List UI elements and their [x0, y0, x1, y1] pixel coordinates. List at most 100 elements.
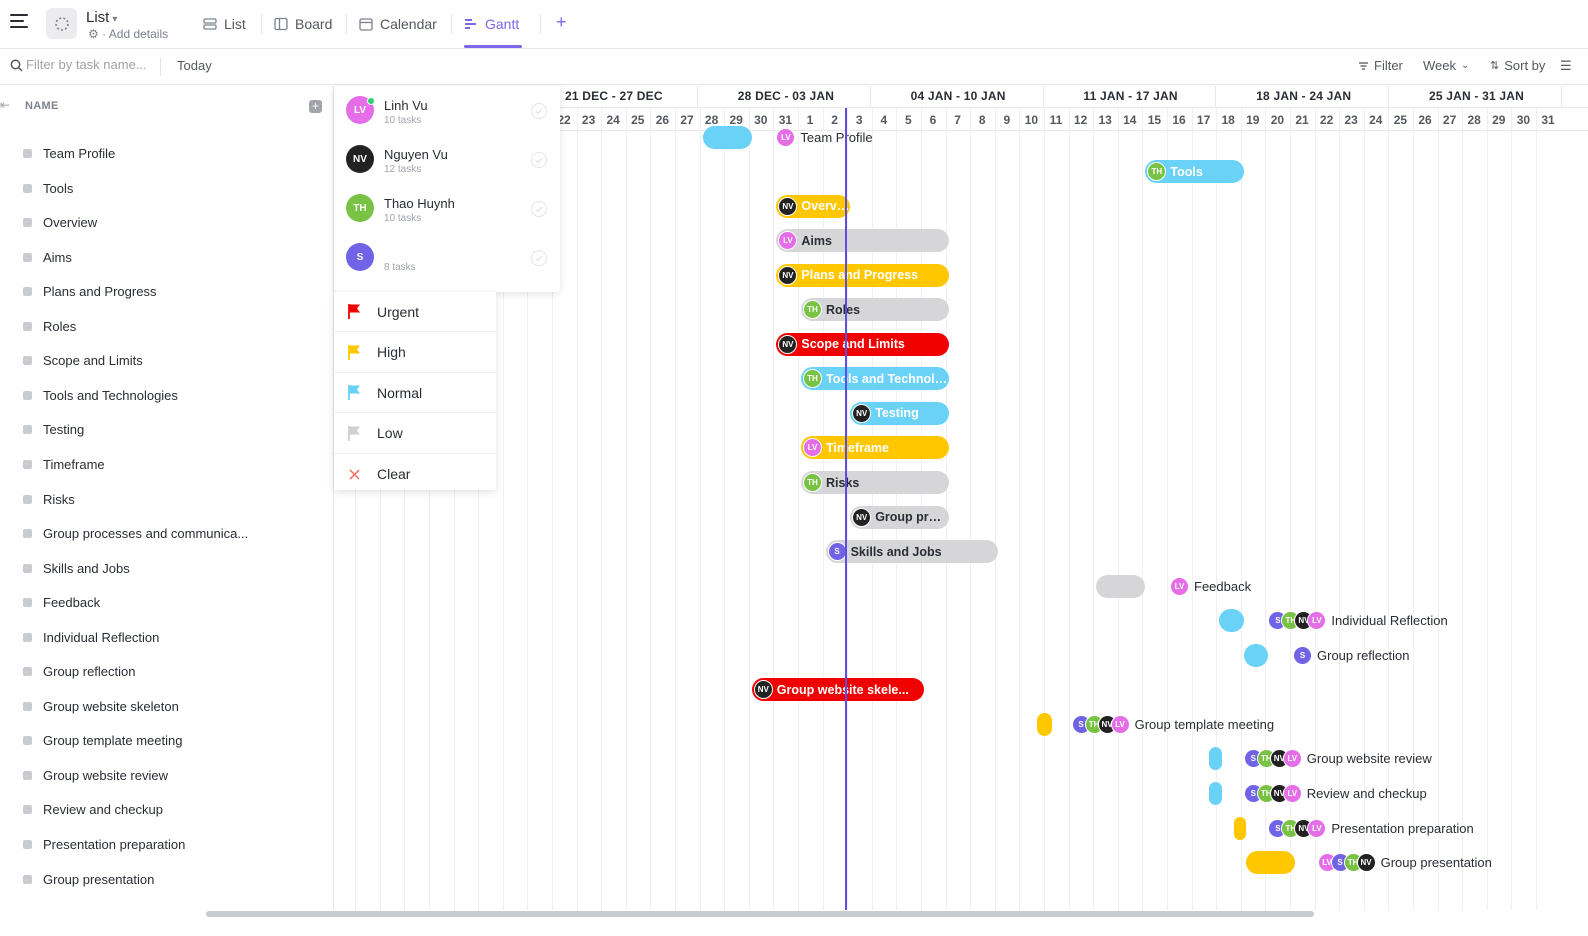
add-view-button[interactable]: +: [556, 12, 567, 33]
task-row[interactable]: Tools: [0, 171, 333, 205]
gantt-bar[interactable]: [1037, 712, 1052, 736]
more-options-icon[interactable]: ☰: [1560, 58, 1572, 74]
gantt-bar[interactable]: NV Testing: [850, 401, 949, 425]
task-row[interactable]: Group website skeleton: [0, 689, 333, 723]
priority-option-clear[interactable]: Clear: [334, 454, 496, 494]
task-status-icon[interactable]: [23, 494, 32, 504]
task-status-icon[interactable]: [23, 805, 32, 815]
horizontal-scrollbar[interactable]: [206, 911, 1314, 917]
task-row[interactable]: Roles: [0, 309, 333, 343]
gantt-bar[interactable]: TH Tools and Technolog...: [801, 367, 949, 391]
gantt-bar-label[interactable]: LV S TH NV Group presentation: [1317, 851, 1492, 874]
gantt-bar[interactable]: [1209, 747, 1222, 771]
assignee-option[interactable]: NV Nguyen Vu 12 tasks: [334, 135, 560, 183]
task-status-icon[interactable]: [23, 183, 32, 193]
tab-gantt[interactable]: Gantt: [464, 14, 519, 34]
add-details-link[interactable]: ⚙ · Add details: [88, 27, 168, 41]
gantt-bar[interactable]: TH Tools: [1145, 160, 1244, 184]
gantt-bar-label[interactable]: S TH NV LV Group website review: [1243, 747, 1432, 770]
gantt-bar-label[interactable]: LV Feedback: [1170, 575, 1251, 598]
gantt-bar[interactable]: NV Group website skele...: [751, 678, 924, 702]
task-status-icon[interactable]: [23, 632, 32, 642]
gantt-bar[interactable]: [702, 125, 752, 149]
week-select[interactable]: Week ⌄: [1423, 58, 1469, 73]
task-row[interactable]: Presentation preparation: [0, 828, 333, 862]
list-title[interactable]: List ▾: [86, 9, 117, 26]
list-space-icon[interactable]: [46, 8, 77, 39]
task-status-icon[interactable]: [23, 770, 32, 780]
tab-board[interactable]: Board: [274, 14, 332, 34]
task-status-icon[interactable]: [23, 701, 32, 711]
task-row[interactable]: Aims: [0, 240, 333, 274]
task-status-icon[interactable]: [23, 321, 32, 331]
task-row[interactable]: Individual Reflection: [0, 620, 333, 654]
task-status-icon[interactable]: [23, 529, 32, 539]
task-row[interactable]: Risks: [0, 482, 333, 516]
task-row[interactable]: Review and checkup: [0, 793, 333, 827]
task-status-icon[interactable]: [23, 598, 32, 608]
task-row[interactable]: Group presentation: [0, 862, 333, 896]
gantt-bar[interactable]: [1246, 851, 1296, 875]
gantt-bar[interactable]: LV Aims: [776, 229, 949, 253]
task-status-icon[interactable]: [23, 425, 32, 435]
task-row[interactable]: Tools and Technologies: [0, 378, 333, 412]
today-button[interactable]: Today: [177, 58, 212, 73]
gantt-bar[interactable]: [1243, 643, 1269, 667]
tab-calendar[interactable]: Calendar: [359, 14, 437, 34]
task-status-icon[interactable]: [23, 149, 32, 158]
task-status-icon[interactable]: [23, 252, 32, 262]
gantt-bar[interactable]: S Skills and Jobs: [825, 540, 998, 564]
check-icon[interactable]: [531, 201, 547, 217]
priority-option-high[interactable]: High: [334, 333, 496, 373]
menu-icon[interactable]: [10, 14, 28, 30]
task-row[interactable]: Group template meeting: [0, 724, 333, 758]
gantt-bar[interactable]: [1233, 816, 1247, 840]
task-row[interactable]: Overview: [0, 206, 333, 240]
task-row[interactable]: Feedback: [0, 586, 333, 620]
task-row[interactable]: Group processes and communica...: [0, 517, 333, 551]
check-icon[interactable]: [531, 103, 547, 119]
task-row[interactable]: Group reflection: [0, 655, 333, 689]
gantt-bar-label[interactable]: S TH NV LV Group template meeting: [1071, 713, 1274, 736]
task-status-icon[interactable]: [23, 874, 32, 884]
gantt-bar[interactable]: TH Risks: [801, 471, 949, 494]
tab-list[interactable]: List: [203, 14, 246, 34]
gantt-bar-label[interactable]: LV Team Profile: [776, 126, 873, 149]
task-row[interactable]: Group website review: [0, 758, 333, 792]
gantt-bar[interactable]: NVOverview: [776, 194, 851, 218]
task-row[interactable]: Scope and Limits: [0, 344, 333, 378]
task-status-icon[interactable]: [23, 840, 32, 849]
check-icon[interactable]: [531, 152, 547, 168]
gantt-bar[interactable]: NV Scope and Limits: [776, 332, 949, 356]
collapse-icon[interactable]: ⇤: [0, 98, 10, 112]
gantt-bar-label[interactable]: S Group reflection: [1293, 644, 1410, 667]
task-status-icon[interactable]: [23, 667, 32, 677]
gantt-bar-label[interactable]: S TH NV LV Review and checkup: [1243, 782, 1427, 805]
gantt-bar-label[interactable]: S TH NV LV Presentation preparation: [1268, 817, 1474, 840]
task-status-icon[interactable]: [23, 287, 32, 297]
task-row[interactable]: Timeframe: [0, 447, 333, 481]
sort-button[interactable]: ⇅ Sort by: [1490, 58, 1545, 73]
check-icon[interactable]: [531, 250, 547, 266]
task-row[interactable]: Plans and Progress: [0, 275, 333, 309]
filter-button[interactable]: Filter: [1358, 58, 1403, 73]
gantt-bar[interactable]: NV Plans and Progress: [776, 263, 949, 287]
task-status-icon[interactable]: [23, 459, 32, 469]
priority-option-urgent[interactable]: Urgent: [334, 292, 496, 332]
task-row[interactable]: Team Profile: [0, 137, 333, 171]
assignee-option[interactable]: LV Linh Vu 10 tasks: [334, 86, 560, 134]
task-row[interactable]: Skills and Jobs: [0, 551, 333, 585]
gantt-bar[interactable]: TH Roles: [801, 298, 949, 322]
priority-option-low[interactable]: Low: [334, 414, 496, 454]
assignee-option[interactable]: TH Thao Huynh 10 tasks: [334, 184, 560, 232]
task-row[interactable]: Testing: [0, 413, 333, 447]
gantt-bar[interactable]: [1096, 574, 1146, 598]
gantt-bar[interactable]: [1209, 781, 1222, 805]
gantt-bar-label[interactable]: S TH NV LV Individual Reflection: [1268, 609, 1448, 632]
add-column-button[interactable]: +: [309, 100, 322, 113]
task-status-icon[interactable]: [23, 356, 32, 366]
task-status-icon[interactable]: [23, 563, 32, 573]
task-status-icon[interactable]: [23, 390, 32, 400]
task-status-icon[interactable]: [23, 218, 32, 228]
gantt-bar[interactable]: [1219, 609, 1244, 633]
